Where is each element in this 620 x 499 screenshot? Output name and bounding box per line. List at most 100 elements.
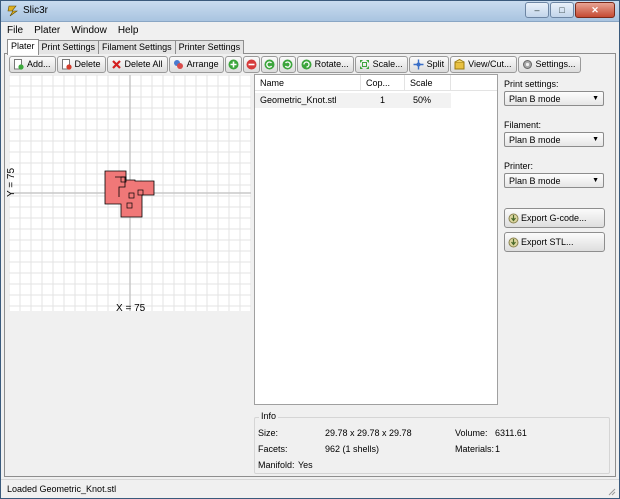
export-stl-button[interactable]: Export STL... xyxy=(504,232,605,252)
view-cut-button[interactable]: View/Cut... xyxy=(450,55,517,73)
object-thumbnail[interactable] xyxy=(9,75,251,311)
settings-button[interactable]: Settings... xyxy=(517,55,581,73)
menu-window[interactable]: Window xyxy=(71,25,107,36)
tab-print-settings[interactable]: Print Settings xyxy=(37,40,100,54)
y-coordinate-label: Y = 75 xyxy=(6,167,18,198)
menu-plater[interactable]: Plater xyxy=(34,25,60,36)
view-cut-label: View/Cut... xyxy=(468,59,512,69)
printer-value: Plan B mode xyxy=(509,175,561,186)
volume-value: 6311.61 xyxy=(495,428,527,438)
export-stl-icon xyxy=(508,237,519,247)
delete-file-icon xyxy=(61,58,72,70)
size-label: Size: xyxy=(258,428,279,438)
materials-value: 1 xyxy=(495,444,501,454)
slic3r-logo-icon xyxy=(7,5,18,17)
gear-icon xyxy=(522,59,532,69)
scale-label: Scale... xyxy=(372,59,403,69)
chevron-down-icon: ▼ xyxy=(592,136,599,143)
print-settings-label: Print settings: xyxy=(504,79,559,89)
object-name: Geometric_Knot.stl xyxy=(260,95,337,105)
menu-bar: File Plater Window Help xyxy=(1,22,619,38)
filament-value: Plan B mode xyxy=(509,134,561,145)
tab-filament-settings[interactable]: Filament Settings xyxy=(98,40,176,54)
info-panel: Info Size: 29.78 x 29.78 x 29.78 Volume:… xyxy=(254,411,610,474)
column-name[interactable]: Name xyxy=(255,75,361,90)
filament-select[interactable]: Plan B mode ▼ xyxy=(504,132,604,147)
menu-help[interactable]: Help xyxy=(118,25,139,36)
window-title: Slic3r xyxy=(23,5,49,16)
delete-button[interactable]: Delete xyxy=(56,55,106,73)
printer-select[interactable]: Plan B mode ▼ xyxy=(504,173,604,188)
column-scale[interactable]: Scale xyxy=(405,75,451,90)
split-label: Split xyxy=(426,59,445,69)
plus-icon xyxy=(228,59,239,69)
split-button[interactable]: Split xyxy=(408,55,450,73)
delete-all-label: Delete All xyxy=(124,59,163,69)
more-copies-button[interactable] xyxy=(224,55,242,73)
arrange-icon xyxy=(173,59,183,69)
close-button[interactable]: ✕ xyxy=(575,2,615,18)
fewer-copies-button[interactable] xyxy=(242,55,260,73)
add-button[interactable]: Add... xyxy=(9,55,56,73)
add-file-icon xyxy=(14,58,24,70)
rotate-label: Rotate... xyxy=(314,59,349,69)
add-label: Add... xyxy=(27,59,51,69)
scale-arrows-icon xyxy=(359,59,369,69)
toolbar: Add... Delete Delete All Arrange Rotate. xyxy=(9,55,582,73)
object-list[interactable]: Name Cop... Scale Geometric_Knot.stl 1 5… xyxy=(254,74,498,405)
tab-bar: Plater Print Settings Filament Settings … xyxy=(7,39,245,55)
x-coordinate-label: X = 75 xyxy=(116,303,146,314)
app-window: Slic3r – □ ✕ File Plater Window Help Pla… xyxy=(0,0,620,499)
rotate-right-icon xyxy=(282,59,293,69)
menu-file[interactable]: File xyxy=(7,25,23,36)
rotate-left-icon xyxy=(264,59,275,69)
rotate-right-button[interactable] xyxy=(278,55,296,73)
delete-all-button[interactable]: Delete All xyxy=(106,55,168,73)
delete-label: Delete xyxy=(74,59,101,69)
arrange-button[interactable]: Arrange xyxy=(168,55,224,73)
rotate-button[interactable]: Rotate... xyxy=(296,55,354,73)
manifold-label: Manifold: xyxy=(258,460,295,470)
export-gcode-icon xyxy=(508,213,519,223)
object-scale: 50% xyxy=(413,95,432,105)
chevron-down-icon: ▼ xyxy=(592,177,599,184)
status-bar: Loaded Geometric_Knot.stl xyxy=(1,479,619,498)
facets-label: Facets: xyxy=(258,444,288,454)
materials-label: Materials: xyxy=(455,444,495,454)
arrange-label: Arrange xyxy=(186,59,219,69)
status-text: Loaded Geometric_Knot.stl xyxy=(7,484,117,494)
resize-grip-icon[interactable] xyxy=(606,486,616,496)
tab-printer-settings[interactable]: Printer Settings xyxy=(174,40,245,54)
facets-value: 962 (1 shells) xyxy=(325,444,380,454)
object-copies: 1 xyxy=(380,95,386,105)
column-copies[interactable]: Cop... xyxy=(361,75,405,90)
rotate-left-button[interactable] xyxy=(260,55,278,73)
settings-sidebar: Print settings: Plan B mode ▼ Filament: … xyxy=(504,79,608,256)
settings-label: Settings... xyxy=(535,59,576,69)
scale-button[interactable]: Scale... xyxy=(354,55,408,73)
split-icon xyxy=(413,59,424,69)
minus-icon xyxy=(246,59,257,69)
print-settings-select[interactable]: Plan B mode ▼ xyxy=(504,91,604,106)
manifold-value: Yes xyxy=(298,460,313,470)
maximize-button[interactable]: □ xyxy=(550,2,574,18)
list-item[interactable]: Geometric_Knot.stl 1 50% xyxy=(255,93,451,108)
export-stl-label: Export STL... xyxy=(521,237,574,247)
info-title: Info xyxy=(259,411,279,421)
minimize-button[interactable]: – xyxy=(525,2,549,18)
rotate-icon xyxy=(301,59,312,69)
object-list-header: Name Cop... Scale xyxy=(255,75,497,91)
size-value: 29.78 x 29.78 x 29.78 xyxy=(325,428,412,438)
red-x-icon xyxy=(111,59,121,69)
export-gcode-button[interactable]: Export G-code... xyxy=(504,208,605,228)
tab-plater[interactable]: Plater xyxy=(7,39,39,55)
export-gcode-label: Export G-code... xyxy=(521,213,587,223)
volume-label: Volume: xyxy=(455,428,488,438)
title-bar: Slic3r – □ ✕ xyxy=(1,1,619,22)
plater-canvas[interactable] xyxy=(9,75,251,311)
print-settings-value: Plan B mode xyxy=(509,93,561,104)
printer-label: Printer: xyxy=(504,161,534,171)
chevron-down-icon: ▼ xyxy=(592,95,599,102)
filament-label: Filament: xyxy=(504,120,542,130)
package-icon xyxy=(454,58,465,69)
